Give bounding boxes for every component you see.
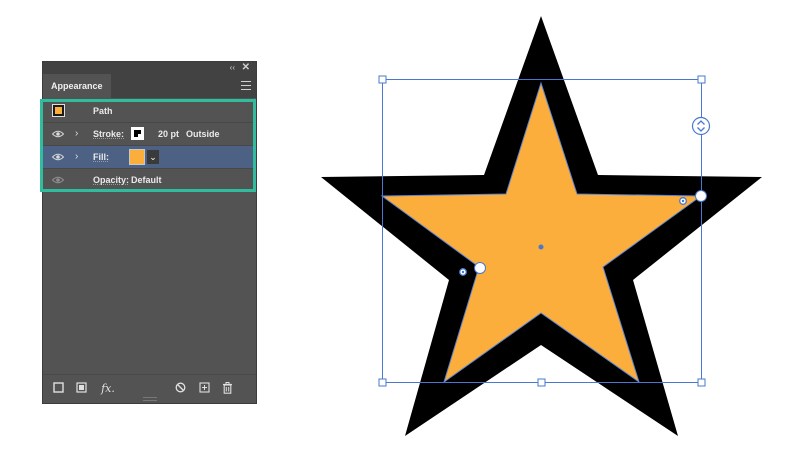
handle-top-left xyxy=(378,75,387,84)
handle-top-right xyxy=(697,75,706,84)
artboard-canvas[interactable] xyxy=(0,0,800,450)
handle-bottom-middle xyxy=(537,378,546,387)
handle-bottom-left xyxy=(378,378,387,387)
center-point xyxy=(538,244,544,250)
rotate-widget-icon[interactable] xyxy=(691,116,711,136)
handle-bottom-right xyxy=(697,378,706,387)
